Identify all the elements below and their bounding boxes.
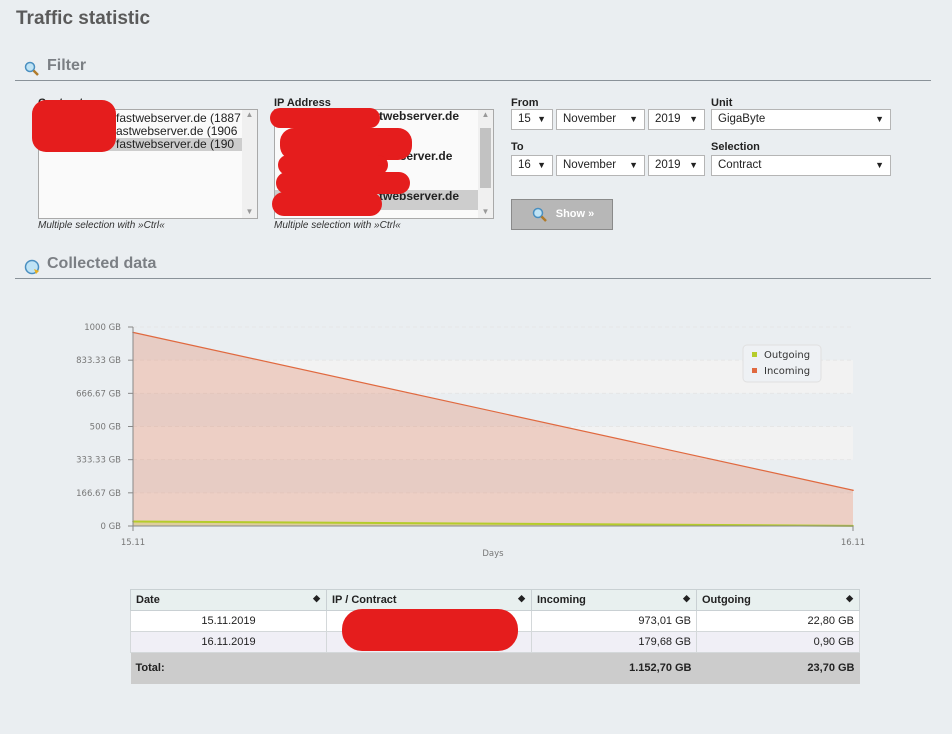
incoming-cell: 179,68 GB: [531, 631, 697, 653]
dropdown-arrow-icon: ▼: [629, 114, 638, 124]
column-header-outgoing[interactable]: Outgoing ◆: [696, 589, 860, 611]
to-day-value: 16: [518, 159, 531, 171]
sort-icon: ◆: [846, 593, 853, 603]
redaction: [270, 108, 380, 128]
dropdown-arrow-icon: ▼: [689, 114, 698, 124]
show-label: Show »: [555, 208, 595, 220]
collected-section-header: Collected data: [15, 255, 931, 279]
magnifier-icon: [532, 207, 547, 222]
unit-label: Unit: [711, 97, 733, 109]
ip-scrollbar[interactable]: ▲ ▼: [478, 110, 493, 218]
from-year-value: 2019: [655, 113, 681, 125]
collected-title: Collected data: [47, 255, 157, 272]
contracts-scrollbar[interactable]: ▲ ▼: [242, 110, 257, 218]
y-tick-label: 1000 GB: [84, 323, 121, 333]
sort-icon: ◆: [313, 593, 320, 603]
total-row: Total: 1.152,70 GB 23,70 GB: [130, 652, 860, 684]
redaction: [32, 100, 116, 152]
date-cell: 15.11.2019: [130, 610, 327, 632]
unit-value: GigaByte: [718, 113, 766, 125]
page-title: Traffic statistic: [16, 8, 151, 29]
total-label: Total:: [130, 652, 327, 684]
to-year-value: 2019: [655, 159, 681, 171]
sort-icon: ◆: [518, 593, 525, 603]
legend-label-incoming: Incoming: [764, 366, 810, 377]
y-tick-label: 500 GB: [90, 423, 122, 433]
redaction: [276, 172, 410, 194]
x-tick-label: 16.11: [841, 538, 865, 548]
sort-icon: ◆: [683, 593, 690, 603]
y-tick-label: 333.33 GB: [76, 456, 121, 466]
unit-select[interactable]: GigaByte ▼: [711, 109, 891, 130]
total-outgoing: 23,70 GB: [696, 652, 860, 684]
dropdown-arrow-icon: ▼: [537, 160, 546, 170]
redaction: [342, 609, 518, 651]
selection-select[interactable]: Contract ▼: [711, 155, 891, 176]
from-day-select[interactable]: 15 ▼: [511, 109, 553, 130]
outgoing-cell: 0,90 GB: [696, 631, 860, 653]
redaction: [272, 192, 382, 216]
legend-label-outgoing: Outgoing: [764, 350, 810, 361]
incoming-cell: 973,01 GB: [531, 610, 697, 632]
from-day-value: 15: [518, 113, 531, 125]
to-month-value: November: [563, 159, 617, 171]
column-header-date[interactable]: Date ◆: [130, 589, 327, 611]
outgoing-cell: 22,80 GB: [696, 610, 860, 632]
column-header-ip-contract[interactable]: IP / Contract ◆: [326, 589, 532, 611]
y-tick-label: 833.33 GB: [76, 356, 121, 366]
dropdown-arrow-icon: ▼: [875, 114, 884, 124]
to-day-select[interactable]: 16 ▼: [511, 155, 553, 176]
from-label: From: [511, 97, 539, 109]
traffic-chart: 0 GB 166.67 GB 333.33 GB 500 GB 666.67 GB 833…: [76, 323, 865, 559]
show-button[interactable]: Show »: [511, 199, 613, 230]
dropdown-arrow-icon: ▼: [875, 160, 884, 170]
dropdown-arrow-icon: ▼: [537, 114, 546, 124]
date-cell: 16.11.2019: [130, 631, 327, 653]
filter-title: Filter: [47, 57, 87, 74]
from-year-select[interactable]: 2019 ▼: [648, 109, 705, 130]
database-icon: [24, 259, 40, 275]
from-month-select[interactable]: November ▼: [556, 109, 645, 130]
contracts-hint: Multiple selection with »Ctrl«: [38, 220, 165, 231]
legend-swatch-outgoing: [752, 352, 757, 357]
legend-swatch-incoming: [752, 368, 757, 373]
from-month-value: November: [563, 113, 617, 125]
y-tick-label: 0 GB: [100, 522, 121, 532]
x-tick-label: 15.11: [121, 538, 145, 548]
magnifier-icon: [24, 61, 39, 76]
y-tick-label: 166.67 GB: [76, 489, 121, 499]
column-header-incoming[interactable]: Incoming ◆: [531, 589, 697, 611]
ip-address-hint: Multiple selection with »Ctrl«: [274, 220, 401, 231]
filter-section-header: Filter: [15, 57, 931, 81]
dropdown-arrow-icon: ▼: [689, 160, 698, 170]
dropdown-arrow-icon: ▼: [629, 160, 638, 170]
to-label: To: [511, 141, 524, 153]
y-tick-label: 666.67 GB: [76, 389, 121, 399]
selection-value: Contract: [718, 159, 762, 171]
x-axis-label: Days: [482, 549, 504, 559]
data-point: [852, 489, 854, 492]
total-incoming: 1.152,70 GB: [531, 652, 697, 684]
to-month-select[interactable]: November ▼: [556, 155, 645, 176]
to-year-select[interactable]: 2019 ▼: [648, 155, 705, 176]
selection-label: Selection: [711, 141, 760, 153]
